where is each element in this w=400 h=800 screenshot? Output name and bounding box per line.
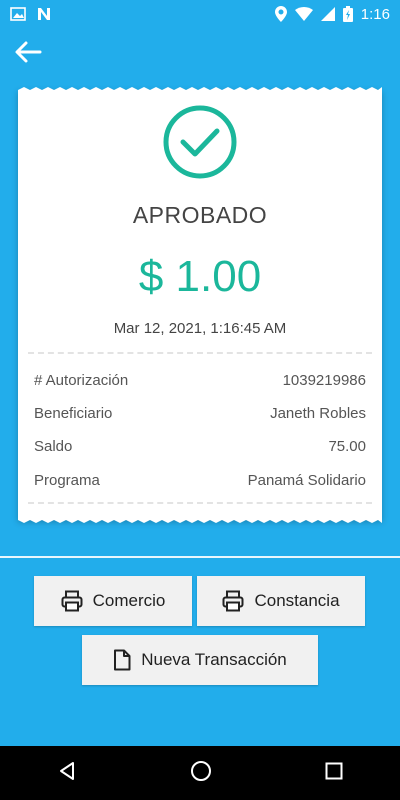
detail-value: 1039219986 <box>282 372 366 389</box>
detail-row-saldo: Saldo 75.00 <box>34 438 366 455</box>
constancia-button[interactable]: Constancia <box>197 576 365 626</box>
status-title: APROBADO <box>132 202 268 228</box>
detail-label: Programa <box>34 472 100 489</box>
nav-recents-button[interactable] <box>325 762 343 785</box>
receipt-edge-top <box>18 87 382 93</box>
detail-row-beneficiario: Beneficiario Janeth Robles <box>34 405 366 422</box>
location-icon <box>274 6 287 22</box>
nav-home-button[interactable] <box>190 760 212 787</box>
square-recents-icon <box>325 762 343 779</box>
receipt-card: APROBADO $ 1.00 Mar 12, 2021, 1:16:45 AM… <box>18 87 382 523</box>
detail-row-programa: Programa Panamá Solidario <box>34 472 366 489</box>
detail-value: Panamá Solidario <box>247 472 366 489</box>
detail-value: Janeth Robles <box>270 405 366 422</box>
section-divider <box>0 556 400 558</box>
comercio-button[interactable]: Comercio <box>34 576 192 626</box>
comercio-label: Comercio <box>92 591 166 610</box>
constancia-label: Constancia <box>254 591 340 610</box>
triangle-back-icon <box>59 761 74 780</box>
detail-label: Saldo <box>34 438 73 455</box>
printer-icon <box>222 590 244 612</box>
detail-label: Beneficiario <box>34 405 113 422</box>
n-app-icon <box>36 7 52 21</box>
arrow-left-icon <box>15 41 42 63</box>
transaction-datetime: Mar 12, 2021, 1:16:45 AM <box>113 320 287 337</box>
clock-time: 1:16 <box>360 5 390 23</box>
document-icon <box>114 649 131 671</box>
receipt-edge-bottom <box>18 517 382 523</box>
image-icon <box>10 7 26 21</box>
detail-row-autorizacion: # Autorización 1039219986 <box>34 372 366 389</box>
nav-back-button[interactable] <box>57 761 77 786</box>
nueva-transaccion-label: Nueva Transacción <box>141 650 287 669</box>
detail-value: 75.00 <box>328 438 366 455</box>
system-nav-bar <box>0 746 400 800</box>
wifi-icon <box>294 7 313 21</box>
dashed-divider <box>28 502 372 504</box>
detail-label: # Autorización <box>34 372 129 389</box>
signal-icon <box>320 7 335 21</box>
circle-home-icon <box>190 760 211 781</box>
nueva-transaccion-button[interactable]: Nueva Transacción <box>82 635 318 685</box>
amount: $ 1.00 <box>138 252 262 301</box>
back-button[interactable] <box>14 40 42 64</box>
printer-icon <box>61 590 83 612</box>
battery-icon <box>342 6 353 22</box>
dashed-divider <box>28 352 372 354</box>
status-bar: 1:16 <box>0 0 400 28</box>
check-circle-icon <box>163 105 237 179</box>
